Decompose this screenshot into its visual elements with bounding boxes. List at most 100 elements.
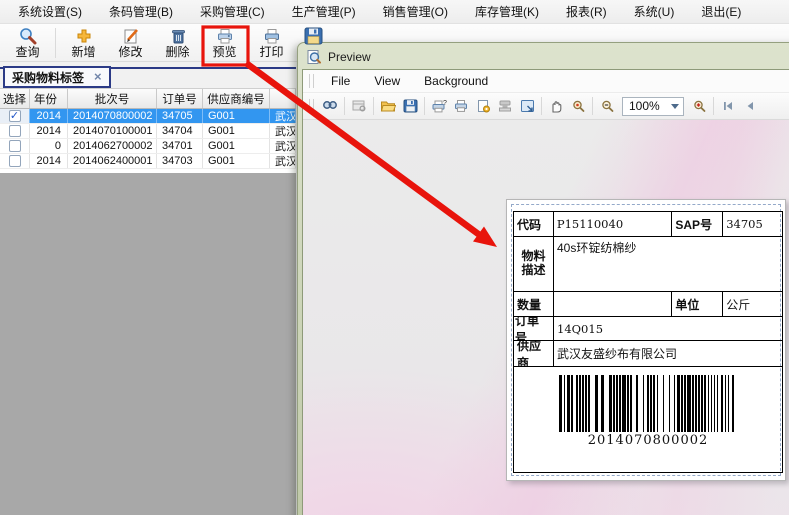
barcode-cell: 2014070800002 bbox=[514, 367, 782, 473]
cell-batch: 2014070100001 bbox=[68, 124, 157, 138]
toolbar-separator bbox=[373, 97, 374, 115]
menu-purchase-mgmt[interactable]: 采购管理(C) bbox=[200, 3, 265, 20]
table-row[interactable]: 2014 2014062400001 34703 G001 武汉 bbox=[0, 154, 296, 169]
label-material-desc: 物料描述 bbox=[514, 237, 554, 291]
cell-batch: 2014062700002 bbox=[68, 139, 157, 153]
cell-year: 2014 bbox=[30, 109, 68, 123]
add-button[interactable]: 新增 bbox=[60, 25, 107, 61]
print-setup-icon[interactable]: ? bbox=[428, 95, 450, 117]
fit-page-icon[interactable] bbox=[516, 95, 538, 117]
menu-exit[interactable]: 退出(E) bbox=[701, 3, 741, 20]
preview-window-icon bbox=[306, 49, 322, 65]
save-icon[interactable] bbox=[304, 27, 323, 45]
purchase-label-panel: 采购物料标签 × 选择 年份 批次号 订单号 供应商编号 ✓ 2014 2014… bbox=[0, 62, 296, 515]
tab-close-icon[interactable]: × bbox=[94, 72, 102, 82]
label-order-no: 订单号 bbox=[514, 317, 554, 340]
label-page: 代码 P15110040 SAP号 34705 物料描述 40s环锭纺棉纱 数量… bbox=[506, 199, 786, 481]
menu-reports[interactable]: 报表(R) bbox=[566, 3, 607, 20]
toolbar-separator bbox=[541, 97, 542, 115]
header-batch[interactable]: 批次号 bbox=[68, 89, 157, 108]
cell-batch: 2014070800002 bbox=[68, 109, 157, 123]
preview-window: Preview File View Background bbox=[297, 42, 789, 515]
header-supplier-name[interactable] bbox=[270, 89, 296, 108]
cell-supplier-code: G001 bbox=[203, 139, 270, 153]
cell-supplier-name: 武汉 bbox=[270, 154, 296, 168]
row-checkbox[interactable]: ✓ bbox=[9, 110, 21, 122]
delete-button[interactable]: 删除 bbox=[154, 25, 201, 61]
preview-button[interactable]: 预览 bbox=[201, 25, 248, 61]
first-page-icon[interactable] bbox=[717, 95, 739, 117]
cell-year: 2014 bbox=[30, 154, 68, 168]
value-sap: 34705 bbox=[723, 212, 782, 236]
chevron-down-icon bbox=[671, 104, 679, 109]
menu-system[interactable]: 系统(U) bbox=[634, 3, 675, 20]
menu-system-settings[interactable]: 系统设置(S) bbox=[18, 3, 82, 20]
table-row[interactable]: ✓ 2014 2014070800002 34705 G001 武汉 bbox=[0, 109, 296, 124]
preview-titlebar[interactable]: Preview bbox=[302, 47, 789, 69]
menu-sales-mgmt[interactable]: 销售管理(O) bbox=[383, 3, 448, 20]
label-quantity: 数量 bbox=[514, 292, 554, 316]
table-row[interactable]: 2014 2014070100001 34704 G001 武汉 bbox=[0, 124, 296, 139]
page-setup-icon[interactable] bbox=[472, 95, 494, 117]
toolbar-separator bbox=[713, 97, 714, 115]
zoom-tool-icon[interactable] bbox=[567, 95, 589, 117]
value-supplier: 武汉友盛纱布有限公司 bbox=[554, 341, 782, 366]
header-supplier-code[interactable]: 供应商编号 bbox=[203, 89, 270, 108]
toolbar-separator bbox=[592, 97, 593, 115]
preview-menu-view[interactable]: View bbox=[362, 74, 412, 88]
label-unit: 单位 bbox=[672, 292, 723, 316]
menu-barcode-mgmt[interactable]: 条码管理(B) bbox=[109, 3, 173, 20]
row-checkbox[interactable] bbox=[9, 140, 21, 152]
print-icon[interactable] bbox=[450, 95, 472, 117]
find-icon[interactable] bbox=[319, 95, 341, 117]
zoom-out-icon[interactable] bbox=[596, 95, 618, 117]
cell-supplier-code: G001 bbox=[203, 154, 270, 168]
menu-grip bbox=[309, 74, 314, 88]
barcode-text: 2014070800002 bbox=[588, 433, 709, 448]
cell-order: 34701 bbox=[157, 139, 203, 153]
row-checkbox[interactable] bbox=[9, 125, 21, 137]
save-icon[interactable] bbox=[399, 95, 421, 117]
cell-batch: 2014062400001 bbox=[68, 154, 157, 168]
label-sap: SAP号 bbox=[672, 212, 723, 236]
toolbar-separator bbox=[344, 97, 345, 115]
tab-label: 采购物料标签 bbox=[12, 69, 84, 86]
header-order[interactable]: 订单号 bbox=[157, 89, 203, 108]
preview-menu-file[interactable]: File bbox=[319, 74, 362, 88]
edit-button[interactable]: 修改 bbox=[107, 25, 154, 61]
header-year[interactable]: 年份 bbox=[30, 89, 68, 108]
pan-hand-icon[interactable] bbox=[545, 95, 567, 117]
preview-menu-background[interactable]: Background bbox=[412, 74, 500, 88]
preview-icon bbox=[215, 27, 235, 45]
material-table: 选择 年份 批次号 订单号 供应商编号 ✓ 2014 2014070800002… bbox=[0, 88, 296, 173]
tab-purchase-material-label[interactable]: 采购物料标签 × bbox=[3, 66, 111, 88]
zoom-in-icon[interactable] bbox=[688, 95, 710, 117]
menu-inventory-mgmt[interactable]: 库存管理(K) bbox=[475, 3, 539, 20]
zoom-level-combobox[interactable]: 100% bbox=[622, 97, 684, 116]
header-select[interactable]: 选择 bbox=[0, 89, 30, 108]
watermark-icon[interactable] bbox=[494, 95, 516, 117]
label-code: 代码 bbox=[514, 212, 554, 236]
menu-production-mgmt[interactable]: 生产管理(P) bbox=[292, 3, 356, 20]
query-button[interactable]: 查询 bbox=[4, 25, 51, 61]
cell-supplier-name: 武汉 bbox=[270, 109, 296, 123]
zoom-level-value: 100% bbox=[629, 99, 660, 113]
cell-order: 34704 bbox=[157, 124, 203, 138]
design-icon[interactable] bbox=[348, 95, 370, 117]
cell-supplier-name: 武汉 bbox=[270, 124, 296, 138]
row-checkbox[interactable] bbox=[9, 155, 21, 167]
edit-icon bbox=[121, 27, 141, 45]
preview-canvas[interactable]: 代码 P15110040 SAP号 34705 物料描述 40s环锭纺棉纱 数量… bbox=[303, 120, 789, 515]
app-root: { "colors": { "selection_blue": "#3296f0… bbox=[0, 0, 789, 515]
grid-footer-spacer bbox=[0, 169, 296, 173]
open-folder-icon[interactable] bbox=[377, 95, 399, 117]
table-row[interactable]: 0 2014062700002 34701 G001 武汉 bbox=[0, 139, 296, 154]
preview-toolbar: ? bbox=[303, 93, 789, 120]
delete-icon bbox=[168, 27, 188, 45]
cell-order: 34703 bbox=[157, 154, 203, 168]
cell-year: 0 bbox=[30, 139, 68, 153]
prev-page-icon[interactable] bbox=[739, 95, 761, 117]
print-button[interactable]: 打印 bbox=[248, 25, 295, 61]
value-code: P15110040 bbox=[554, 212, 673, 236]
svg-text:?: ? bbox=[443, 100, 447, 107]
